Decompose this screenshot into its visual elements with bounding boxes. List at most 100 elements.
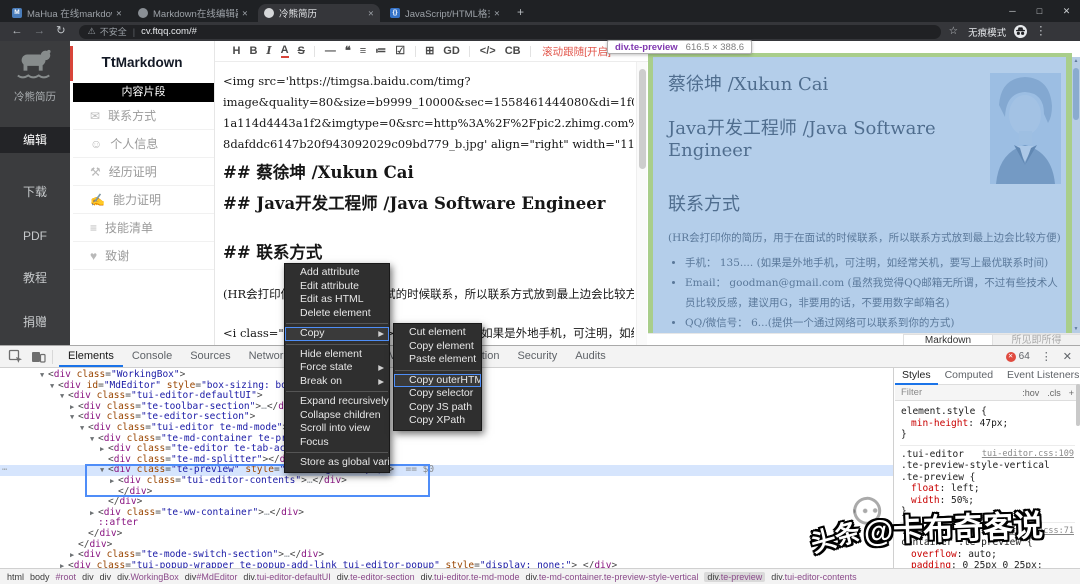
editor-source-line[interactable]: ## 联系方式 — [223, 241, 634, 264]
filter-input[interactable]: Filter — [901, 387, 922, 398]
task-button[interactable]: ☑ — [395, 44, 405, 58]
breadcrumb-item[interactable]: div.tui-editor-contents — [771, 572, 856, 582]
expand-arrow-icon[interactable]: ▶ — [90, 508, 98, 519]
sidebar-item-[interactable]: 编辑 — [0, 127, 70, 153]
menu-item-paste-element[interactable]: Paste element — [394, 353, 481, 367]
menu-item-focus[interactable]: Focus — [285, 436, 389, 450]
error-badge[interactable]: ✕ 64 — [1006, 351, 1030, 362]
editor-source-line[interactable]: ## 蔡徐坤 /Xukun Cai — [223, 161, 634, 184]
tab-close-icon[interactable]: ✕ — [242, 9, 248, 18]
menu-item-copy[interactable]: Copy▶ — [285, 327, 389, 341]
tab-markdown-mode[interactable]: Markdown — [903, 334, 993, 345]
styles-tab-event-listeners[interactable]: Event Listeners — [1000, 368, 1080, 385]
close-button[interactable]: ✕ — [1053, 0, 1080, 22]
breadcrumb-item[interactable]: div — [100, 572, 112, 582]
expand-arrow-icon[interactable]: ▼ — [80, 423, 88, 434]
scroll-follow-toggle[interactable]: 滚动跟随[开启] — [542, 44, 611, 59]
devtools-close-icon[interactable]: ✕ — [1063, 350, 1072, 363]
devtools-tab-elements[interactable]: Elements — [59, 346, 123, 367]
styles-toggle-cls[interactable]: .cls — [1047, 388, 1061, 398]
expand-arrow-icon[interactable]: ▼ — [100, 465, 108, 476]
expand-arrow-icon[interactable]: ▼ — [90, 434, 98, 445]
breadcrumb-item[interactable]: #root — [56, 572, 77, 582]
bookmark-star-icon[interactable]: ☆ — [949, 22, 958, 41]
stylesheet-link[interactable]: tui-editor.css:71 — [987, 526, 1074, 538]
snippet-item-[interactable]: ✉联系方式 — [73, 102, 214, 130]
devtools-tab-security[interactable]: Security — [508, 346, 566, 367]
breadcrumb-item[interactable]: div.WorkingBox — [117, 572, 179, 582]
editor-source-line[interactable]: 1a114d4443a1f2&imgtype=0&src=http%3A%2F%… — [223, 113, 634, 134]
expand-arrow-icon[interactable]: ▶ — [110, 476, 118, 487]
codeblock-button[interactable]: CB — [505, 44, 521, 58]
snippet-item-[interactable]: ♥致谢 — [73, 242, 214, 270]
menu-item-force-state[interactable]: Force state▶ — [285, 361, 389, 375]
back-button[interactable]: ← — [11, 22, 23, 41]
menu-item-edit-attribute[interactable]: Edit attribute — [285, 280, 389, 294]
editor-scrollbar-thumb[interactable] — [639, 69, 646, 169]
menu-item-scroll-into-view[interactable]: Scroll into view — [285, 422, 389, 436]
dom-tree-row[interactable]: ::after — [0, 518, 893, 529]
menu-item-cut-element[interactable]: Cut element — [394, 326, 481, 340]
scroll-up-icon[interactable]: ▲ — [1072, 58, 1080, 64]
style-property[interactable]: min-height: 47px; — [901, 418, 1074, 430]
menu-item-expand-recursively[interactable]: Expand recursively — [285, 395, 389, 409]
browser-menu-icon[interactable]: ⋮ — [1035, 22, 1047, 41]
expand-arrow-icon[interactable]: ▼ — [40, 370, 48, 381]
styles-toggle-[interactable]: + — [1069, 388, 1074, 398]
editor-scrollbar[interactable] — [636, 62, 647, 345]
preview-scrollbar-thumb[interactable] — [1073, 68, 1079, 120]
menu-item-copy-js-path[interactable]: Copy JS path — [394, 401, 481, 415]
snippet-item-[interactable]: ⚒经历证明 — [73, 158, 214, 186]
menu-item-copy-outerhtml[interactable]: Copy outerHTML — [394, 374, 481, 388]
expand-arrow-icon[interactable]: ▼ — [50, 381, 58, 392]
forward-button[interactable]: → — [34, 22, 46, 41]
devtools-tab-sources[interactable]: Sources — [181, 346, 239, 367]
new-tab-button[interactable]: + — [512, 4, 529, 21]
editor-source[interactable]: <img src='https://timgsa.baidu.com/timg?… — [215, 62, 648, 344]
menu-item-delete-element[interactable]: Delete element — [285, 307, 389, 321]
style-property[interactable]: width: 50%; — [901, 495, 1074, 507]
snippet-item-[interactable]: ☺个人信息 — [73, 130, 214, 158]
menu-item-edit-as-html[interactable]: Edit as HTML — [285, 293, 389, 307]
menu-item-break-on[interactable]: Break on▶ — [285, 375, 389, 389]
heading-button[interactable]: H — [233, 44, 241, 58]
breadcrumb-item[interactable]: div — [82, 572, 94, 582]
breadcrumb-item[interactable]: div.te-md-container.te-preview-style-ver… — [526, 572, 699, 582]
expand-arrow-icon[interactable]: ▶ — [100, 444, 108, 455]
sidebar-item-[interactable]: 下载 — [0, 179, 70, 205]
browser-tab-markdown-mdedit[interactable]: Markdown在线编辑器 - MdEdit✕ — [132, 4, 254, 22]
menu-item-store-as-global-variable[interactable]: Store as global variable — [285, 456, 389, 470]
device-toolbar-icon[interactable] — [31, 349, 46, 364]
style-property[interactable]: overflow: auto; — [901, 549, 1074, 561]
dom-tree-row[interactable]: </div> — [0, 529, 893, 540]
security-label[interactable]: 不安全 — [100, 25, 127, 38]
italic-button[interactable]: I — [266, 44, 271, 58]
ordered-list-button[interactable]: ≔ — [375, 44, 386, 58]
menu-item-collapse-children[interactable]: Collapse children — [285, 409, 389, 423]
devtools-tab-audits[interactable]: Audits — [566, 346, 615, 367]
url-text[interactable]: cv.ftqq.com/# — [141, 26, 197, 37]
breadcrumb-item[interactable]: body — [30, 572, 50, 582]
tab-close-icon[interactable]: ✕ — [494, 9, 500, 18]
tab-close-icon[interactable]: ✕ — [116, 9, 122, 18]
code-button[interactable]: </> — [480, 44, 496, 58]
editor-source-line[interactable]: ## Java开发工程师 /Java Software Engineer — [223, 192, 634, 215]
sidebar-item-pdf[interactable]: PDF — [0, 223, 70, 249]
breadcrumb-item[interactable]: div.te-preview — [704, 572, 765, 582]
stylesheet-link[interactable]: tui-editor.css:109 — [982, 449, 1074, 461]
menu-item-copy-element[interactable]: Copy element — [394, 340, 481, 354]
reload-button[interactable]: ↻ — [56, 22, 66, 41]
breadcrumb-item[interactable]: div.tui-editor-defaultUI — [243, 572, 330, 582]
unordered-list-button[interactable]: ≡ — [360, 44, 366, 58]
color-button[interactable]: A — [281, 45, 289, 58]
inspect-element-icon[interactable] — [8, 349, 23, 364]
editor-source-line[interactable]: 8dafddc6147b20f943092029c09bd779_b.jpg' … — [223, 134, 634, 155]
styles-tab-styles[interactable]: Styles — [895, 368, 938, 385]
hr-button[interactable]: — — [325, 44, 336, 58]
browser-tab-mahua-markdown[interactable]: MMaHua 在线markdown编辑器✕ — [6, 4, 128, 22]
menu-item-copy-selector[interactable]: Copy selector — [394, 387, 481, 401]
breadcrumb-item[interactable]: html — [7, 572, 24, 582]
link-button[interactable]: GD — [443, 44, 460, 58]
minimize-button[interactable]: ─ — [999, 0, 1026, 22]
snippet-item-[interactable]: ✍能力证明 — [73, 186, 214, 214]
